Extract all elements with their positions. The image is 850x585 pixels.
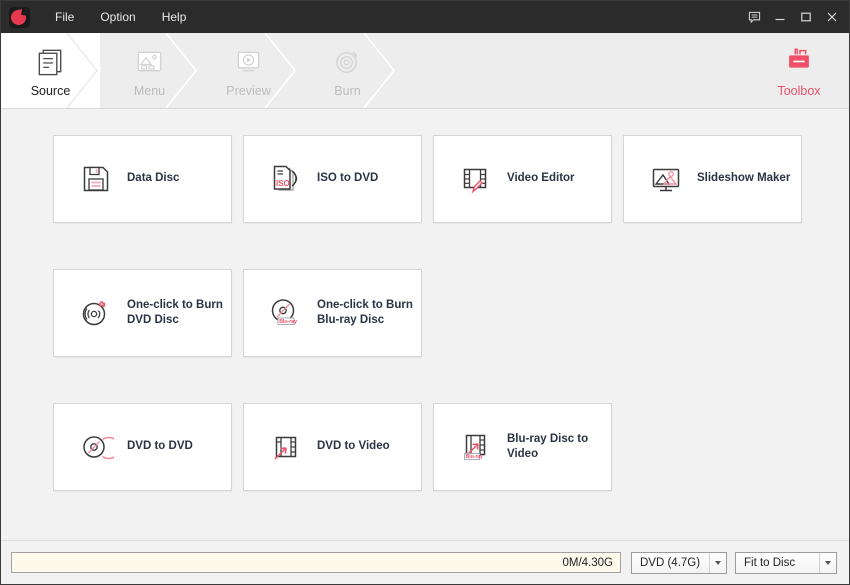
application-window: File Option Help Source Menu Preview Bur… (0, 0, 850, 585)
card-label-bluray-to-video: Blu-ray Disc to Video (507, 432, 589, 460)
card-label-video-editor: Video Editor (507, 172, 575, 185)
iso-document-disc-icon: ISO (266, 159, 306, 199)
menu-help[interactable]: Help (149, 5, 200, 29)
feedback-icon[interactable] (741, 4, 767, 30)
svg-text:ISO: ISO (276, 179, 290, 188)
card-label-slideshow-maker: Slideshow Maker (697, 172, 791, 185)
step-preview[interactable]: Preview (199, 33, 298, 108)
burning-disc-icon (331, 44, 364, 78)
card-label-oneclick-burn-dvd: One-click to Burn DVD Disc (127, 298, 223, 326)
card-iso-to-dvd[interactable]: ISO ISO to DVD (243, 135, 422, 223)
film-strip-pencil-icon (456, 159, 496, 199)
step-menu[interactable]: Menu (100, 33, 199, 108)
menu-bar: File Option Help (42, 5, 199, 29)
tool-row-3: DVD to DVD DVD to Video Blu-ray Blu-ray … (1, 403, 849, 491)
fit-mode-value: Fit to Disc (744, 556, 796, 569)
card-oneclick-burn-bluray[interactable]: Blu-ray One-click to Burn Blu-ray Disc (243, 269, 422, 357)
disc-capacity-meter: 0M/4.30G (11, 552, 621, 573)
floppy-disk-icon (76, 159, 116, 199)
card-bluray-to-video[interactable]: Blu-ray Blu-ray Disc to Video (433, 403, 612, 491)
window-controls (741, 4, 845, 30)
toolbox-icon (783, 43, 815, 77)
svg-text:Blu-ray: Blu-ray (466, 454, 483, 460)
toolbox-button[interactable]: Toolbox (757, 33, 841, 108)
card-label-oneclick-burn-bluray: One-click to Burn Blu-ray Disc (317, 298, 413, 326)
minimize-button[interactable] (767, 4, 793, 30)
toolbox-label: Toolbox (777, 84, 821, 98)
bluray-film-arrow-icon: Blu-ray (456, 427, 496, 467)
title-bar: File Option Help (1, 1, 849, 33)
menu-file[interactable]: File (42, 5, 87, 29)
disc-to-disc-icon (76, 427, 116, 467)
tool-grid: Data Disc ISO ISO to DVD Video Editor Sl… (1, 109, 849, 540)
film-strip-arrow-icon (266, 427, 306, 467)
card-oneclick-burn-dvd[interactable]: One-click to Burn DVD Disc (53, 269, 232, 357)
bluray-disc-flame-icon: Blu-ray (266, 293, 306, 333)
document-stack-icon (34, 44, 67, 78)
disc-type-select[interactable]: DVD (4.7G) (631, 551, 727, 574)
image-thumbnails-icon (133, 44, 166, 78)
card-label-data-disc: Data Disc (127, 172, 180, 185)
close-button[interactable] (819, 4, 845, 30)
step-label-source: Source (30, 83, 71, 98)
maximize-button[interactable] (793, 4, 819, 30)
step-burn[interactable]: Burn (298, 33, 397, 108)
menu-option[interactable]: Option (87, 5, 148, 29)
card-data-disc[interactable]: Data Disc (53, 135, 232, 223)
svg-text:Blu-ray: Blu-ray (279, 319, 297, 325)
status-bar: 0M/4.30G DVD (4.7G) Fit to Disc (1, 540, 849, 584)
chevron-down-icon (709, 552, 726, 573)
app-logo (9, 6, 30, 28)
card-slideshow-maker[interactable]: Slideshow Maker (623, 135, 802, 223)
step-chevron-4 (364, 33, 396, 108)
tool-row-2: One-click to Burn DVD Disc Blu-ray One-c… (1, 269, 849, 357)
step-label-burn: Burn (334, 83, 361, 98)
fit-mode-select[interactable]: Fit to Disc (735, 551, 837, 574)
card-video-editor[interactable]: Video Editor (433, 135, 612, 223)
logo-fan-shape (9, 8, 28, 26)
step-chevron-2 (166, 33, 198, 108)
play-monitor-icon (232, 44, 265, 78)
disc-flame-icon (76, 293, 116, 333)
card-dvd-to-dvd[interactable]: DVD to DVD (53, 403, 232, 491)
step-label-menu: Menu (133, 83, 166, 98)
step-chevron-1 (67, 33, 101, 108)
step-navigation: Source Menu Preview Burn Toolbox (1, 33, 849, 109)
capacity-text: 0M/4.30G (562, 556, 614, 569)
step-label-preview: Preview (226, 83, 271, 98)
disc-type-value: DVD (4.7G) (640, 556, 701, 569)
tool-row-1: Data Disc ISO ISO to DVD Video Editor Sl… (1, 135, 849, 223)
monitor-photo-icon (646, 159, 686, 199)
step-source[interactable]: Source (1, 33, 101, 108)
card-label-dvd-to-dvd: DVD to DVD (127, 440, 193, 453)
card-label-dvd-to-video: DVD to Video (317, 440, 390, 453)
card-dvd-to-video[interactable]: DVD to Video (243, 403, 422, 491)
chevron-down-icon (819, 552, 836, 573)
card-label-iso-to-dvd: ISO to DVD (317, 172, 379, 185)
